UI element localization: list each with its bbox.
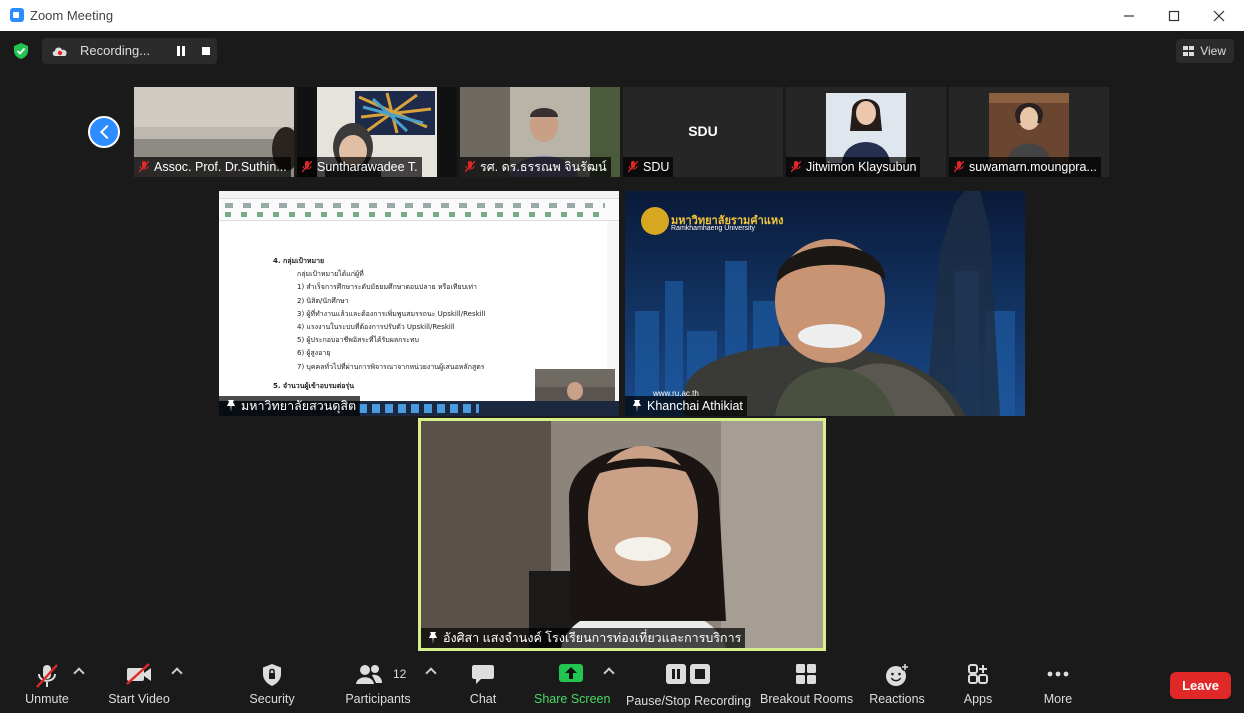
participant-name: อังศิสา แสงจำนงค์ โรงเรียนการท่องเที่ยวแ… [443, 631, 742, 645]
mic-muted-icon [628, 161, 638, 173]
participant-name: Assoc. Prof. Dr.Suthin... [154, 160, 287, 174]
participant-thumbnail[interactable]: Assoc. Prof. Dr.Suthin... [134, 87, 294, 177]
apps-label: Apps [963, 692, 993, 706]
pause-stop-recording-button[interactable]: Pause/Stop Recording [626, 655, 752, 713]
pin-icon [429, 632, 437, 644]
zoom-app-icon [10, 8, 24, 22]
stop-recording-icon[interactable] [202, 47, 210, 55]
participants-icon [356, 665, 383, 684]
participant-name-bar: Jitwimon Klaysubun [786, 157, 921, 177]
participant-name-bar: Assoc. Prof. Dr.Suthin... [134, 157, 291, 177]
participant-thumbnail[interactable]: suwamarn.moungpra... [949, 87, 1109, 177]
reactions-smiley-icon [886, 663, 909, 686]
participant-thumbnail[interactable]: Suntharawadee T. [297, 87, 457, 177]
participant-name-bar: อังศิสา แสงจำนงค์ โรงเรียนการท่องเที่ยวแ… [421, 628, 746, 648]
share-screen-button[interactable]: Share Screen [534, 655, 611, 713]
screen-share-tile[interactable]: 4. กลุ่มเป้าหมาย กลุ่มเป้าหมายได้แก่ผู้ท… [219, 191, 619, 416]
pause-recording-icon[interactable] [175, 45, 187, 57]
breakout-rooms-icon [796, 664, 816, 684]
reactions-button[interactable]: Reactions [866, 655, 928, 713]
window-titlebar: Zoom Meeting [0, 0, 1244, 31]
participant-name: suwamarn.moungpra... [969, 160, 1097, 174]
close-icon[interactable] [1196, 0, 1242, 31]
grid-view-icon [1183, 46, 1195, 56]
participants-label: Participants [345, 692, 411, 706]
chat-button[interactable]: Chat [458, 655, 508, 713]
unmute-button[interactable]: Unmute [18, 655, 76, 713]
pause-stop-recording-label: Pause/Stop Recording [626, 694, 752, 708]
breakout-rooms-button[interactable]: Breakout Rooms [760, 655, 854, 713]
security-shield-icon [263, 664, 281, 686]
participants-count: 12 [393, 667, 407, 681]
breakout-rooms-label: Breakout Rooms [760, 692, 854, 706]
participant-name-bar: suwamarn.moungpra... [949, 157, 1101, 177]
view-label: View [1200, 44, 1226, 58]
participant-name-bar: Khanchai Athikiat [625, 396, 747, 416]
share-screen-label: Share Screen [534, 692, 611, 706]
shared-document-text: 4. กลุ่มเป้าหมาย กลุ่มเป้าหมายได้แก่ผู้ท… [273, 257, 486, 390]
participant-name: SDU [643, 160, 670, 174]
mic-muted-icon [954, 161, 964, 173]
pin-icon [633, 400, 641, 412]
participant-thumbnail[interactable]: รศ. ดร.ธรรณพ จินรัฒน์ [460, 87, 620, 177]
meeting-toolbar: Unmute Start Video Security 12 Participa… [0, 655, 1244, 713]
security-button[interactable]: Security [242, 655, 302, 713]
participant-video-tile[interactable]: มหาวิทยาลัยรามคำแหง Ramkhamhaeng Univers… [625, 191, 1025, 416]
participant-thumbnail[interactable]: Jitwimon Klaysubun [786, 87, 946, 177]
mic-muted-icon [302, 161, 312, 173]
chat-label: Chat [469, 692, 497, 706]
video-camera-off-icon [126, 663, 151, 685]
participant-name-bar: รศ. ดร.ธรรณพ จินรัฒน์ [460, 157, 611, 177]
participant-name-placeholder: SDU [688, 123, 718, 139]
apps-icon [968, 664, 988, 684]
banner-university-english: Ramkhamhaeng University [671, 225, 756, 232]
more-ellipsis-icon [1047, 671, 1069, 677]
share-app-titlebar [219, 191, 619, 199]
participant-name-bar: SDU [623, 157, 674, 177]
reactions-label: Reactions [869, 692, 925, 706]
participant-thumbnail[interactable]: SDU SDU [623, 87, 783, 177]
minimize-icon[interactable] [1106, 0, 1152, 31]
pin-icon [227, 400, 235, 412]
mic-muted-icon [465, 161, 475, 173]
mic-muted-icon [791, 161, 801, 173]
security-label: Security [249, 692, 295, 706]
participant-name-bar: มหาวิทยาลัยสวนดุสิต [219, 396, 361, 416]
share-app-toolbar [219, 199, 619, 221]
recording-indicator: Recording... [42, 38, 217, 64]
participants-options-chevron-icon[interactable] [425, 667, 437, 679]
participant-name-bar: Suntharawadee T. [297, 157, 422, 177]
meeting-topbar: Recording... View [0, 31, 1244, 71]
participant-name: รศ. ดร.ธรรณพ จินรัฒน์ [480, 160, 607, 174]
recording-label: Recording... [80, 43, 151, 58]
apps-button[interactable]: Apps [952, 655, 1004, 713]
unmute-label: Unmute [25, 692, 69, 706]
encryption-shield-icon[interactable] [12, 42, 30, 60]
chat-bubble-icon [472, 665, 494, 684]
more-button[interactable]: More [1032, 655, 1084, 713]
view-button[interactable]: View [1176, 39, 1234, 63]
participants-button[interactable]: 12 Participants [342, 655, 414, 713]
more-label: More [1043, 692, 1073, 706]
start-video-label: Start Video [108, 692, 170, 706]
window-title: Zoom Meeting [30, 8, 114, 23]
participant-video [421, 421, 823, 648]
cloud-recording-icon [52, 47, 67, 56]
maximize-icon[interactable] [1151, 0, 1197, 31]
start-video-button[interactable]: Start Video [104, 655, 174, 713]
active-speaker-tile[interactable]: อังศิสา แสงจำนงค์ โรงเรียนการท่องเที่ยวแ… [418, 418, 826, 651]
participant-name: Jitwimon Klaysubun [806, 160, 917, 174]
mic-muted-icon [139, 161, 149, 173]
share-screen-arrow-icon [559, 664, 583, 682]
microphone-muted-icon [36, 664, 58, 688]
pause-stop-recording-icon [666, 664, 710, 684]
previous-page-arrow-icon[interactable] [88, 116, 120, 148]
participant-name: Suntharawadee T. [317, 160, 418, 174]
participant-name: มหาวิทยาลัยสวนดุสิต [241, 399, 357, 413]
leave-button[interactable]: Leave [1170, 672, 1231, 699]
participant-name: Khanchai Athikiat [647, 399, 743, 413]
